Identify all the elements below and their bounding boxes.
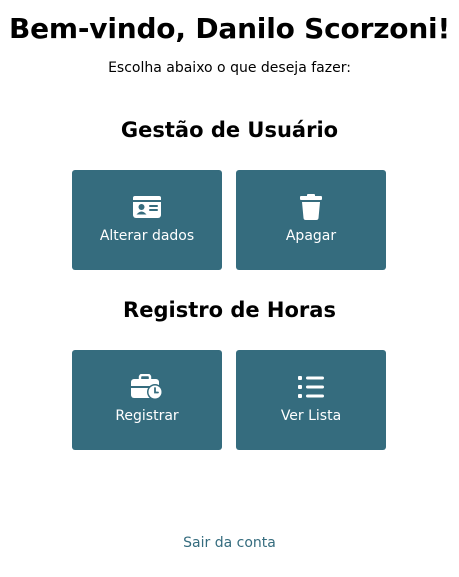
welcome-title: Bem-vindo, Danilo Scorzoni! <box>8 12 451 45</box>
edit-data-label: Alterar dados <box>99 228 195 244</box>
edit-data-button[interactable]: Alterar dados <box>72 170 222 270</box>
delete-label: Apagar <box>285 228 337 244</box>
delete-button[interactable]: Apagar <box>236 170 386 270</box>
view-list-label: Ver Lista <box>280 408 342 424</box>
briefcase-clock-icon <box>72 374 222 400</box>
subtitle: Escolha abaixo o que deseja fazer: <box>108 60 351 76</box>
list-icon <box>236 374 386 400</box>
register-hours-label: Registrar <box>115 408 179 424</box>
logout-link[interactable]: Sair da conta <box>0 533 459 553</box>
section-title-user-management: Gestão de Usuário <box>120 118 339 142</box>
view-list-button[interactable]: Ver Lista <box>236 350 386 450</box>
id-card-icon <box>72 194 222 220</box>
trash-icon <box>236 194 386 220</box>
register-hours-button[interactable]: Registrar <box>72 350 222 450</box>
section-title-time-tracking: Registro de Horas <box>123 298 336 322</box>
